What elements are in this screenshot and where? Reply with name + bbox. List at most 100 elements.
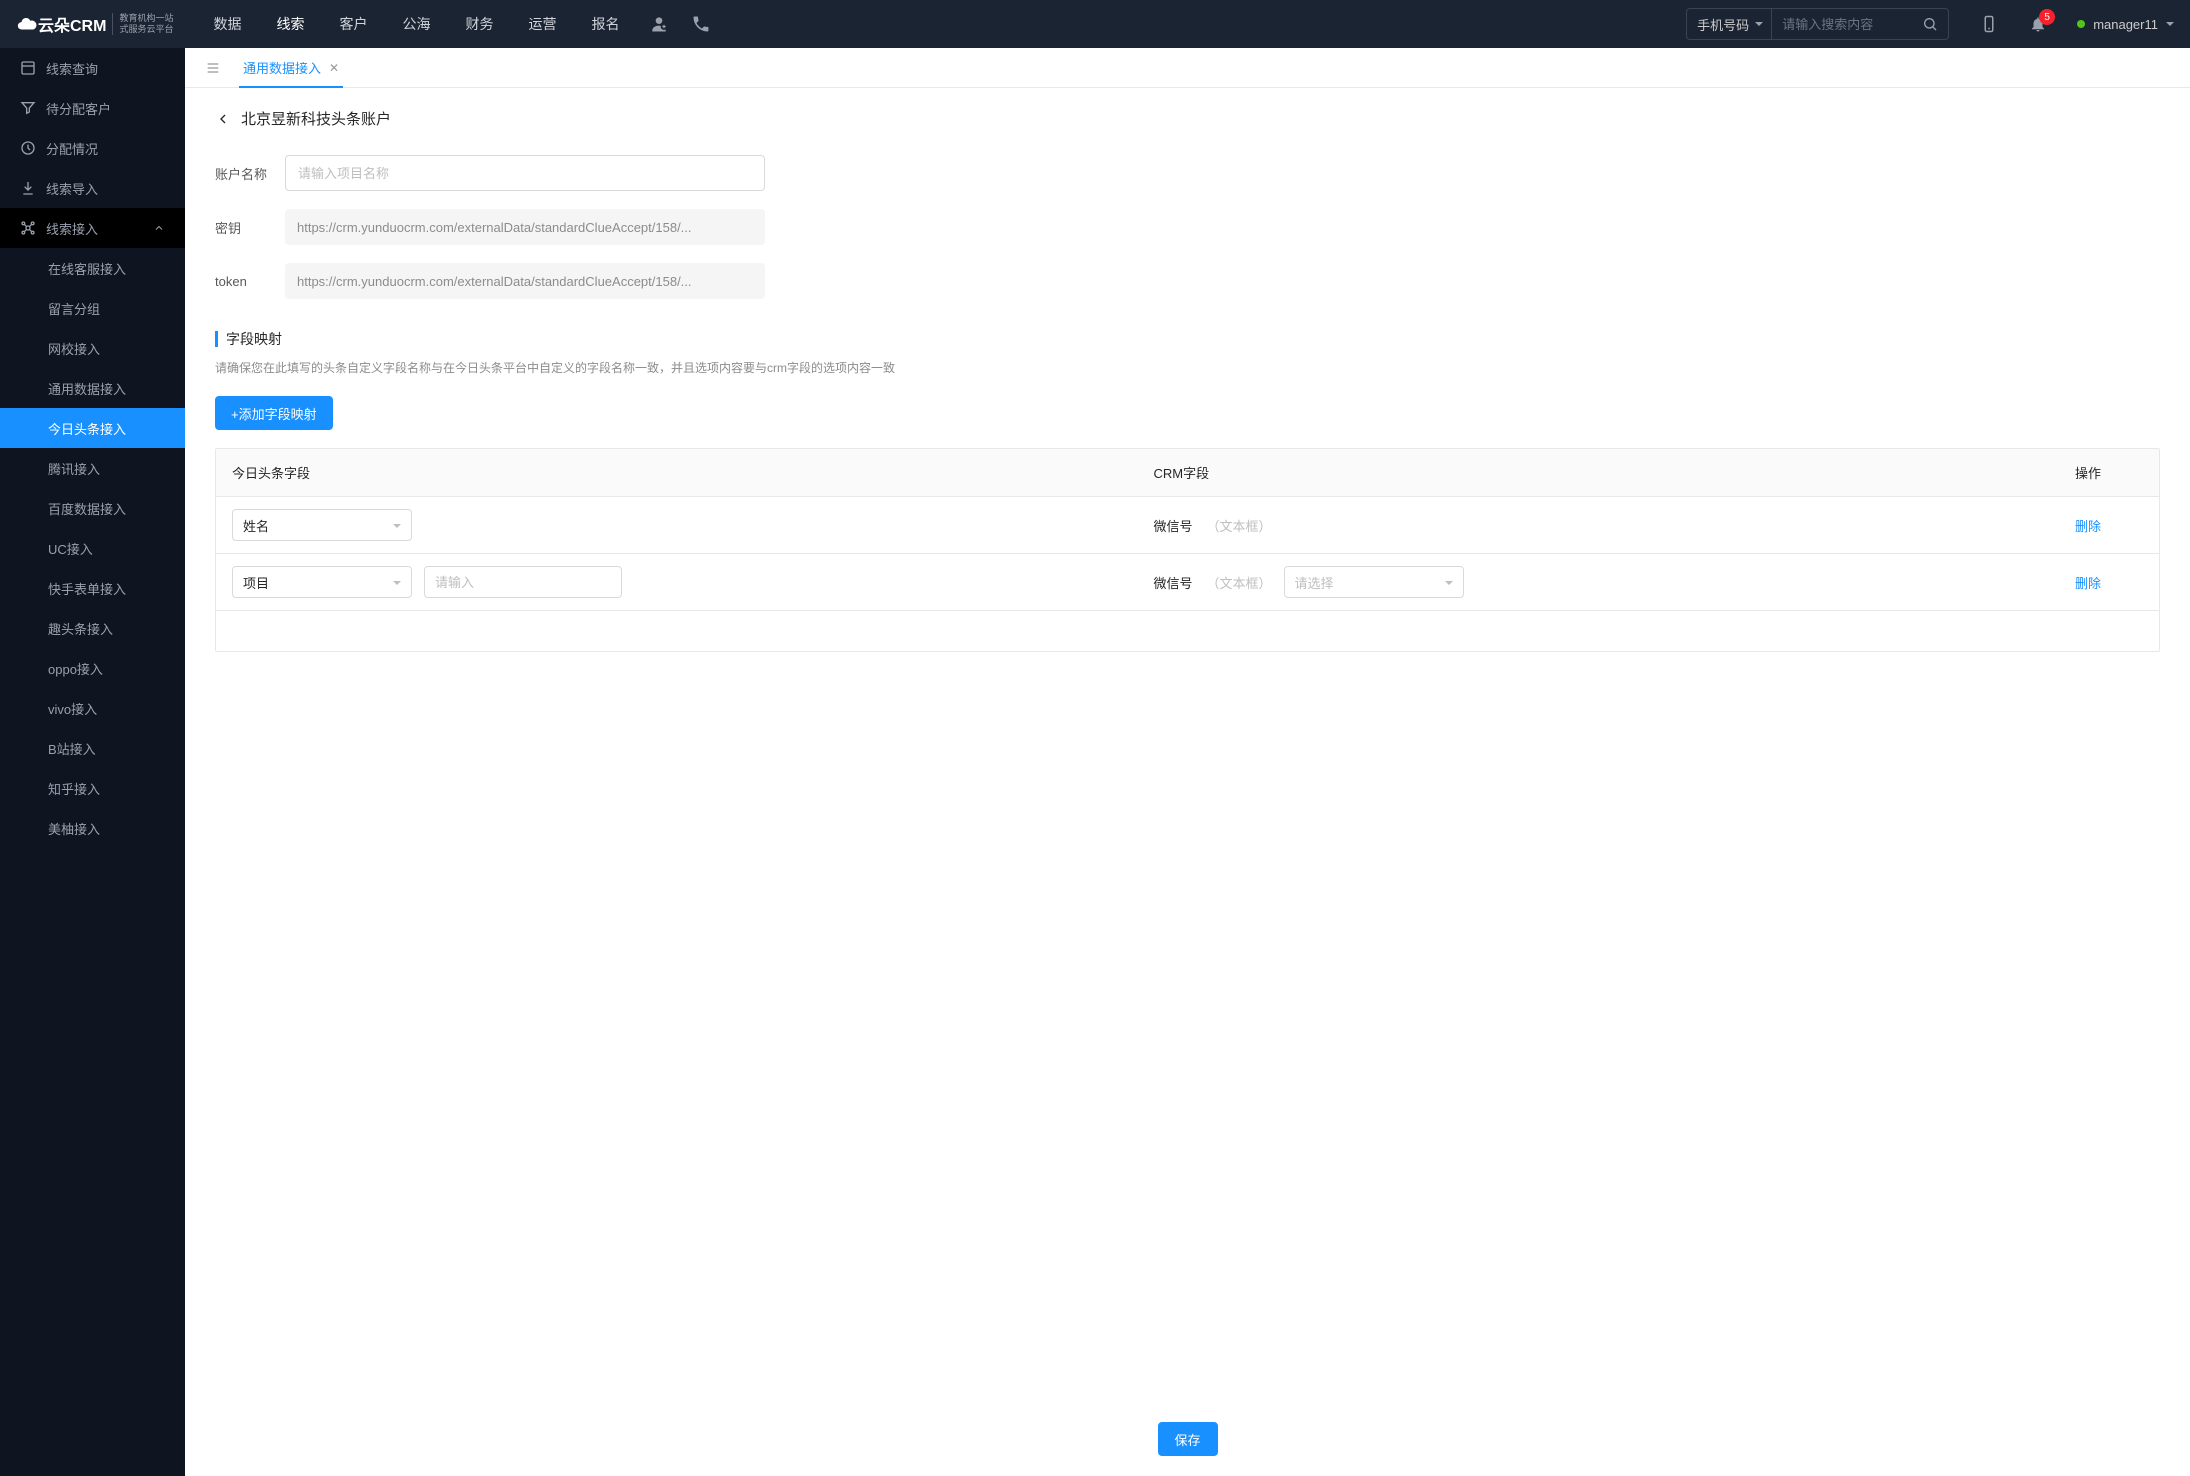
crm-field-label: 微信号: [1154, 516, 1193, 535]
user-add-icon[interactable]: [649, 14, 669, 34]
sidebar-sub-item[interactable]: 百度数据接入: [0, 488, 185, 528]
user-menu[interactable]: manager11: [2077, 17, 2174, 32]
sidebar-sub-item[interactable]: 在线客服接入: [0, 248, 185, 288]
search-button[interactable]: [1912, 16, 1948, 32]
back-icon[interactable]: [215, 111, 231, 127]
table-row: 姓名 微信号 （文本框） 删除: [216, 497, 2159, 554]
sidebar-icon: [20, 220, 36, 236]
chevron-down-icon: [2166, 22, 2174, 30]
section-description: 请确保您在此填写的头条自定义字段名称与在今日头条平台中自定义的字段名称一致，并且…: [215, 359, 2160, 376]
sidebar-sub-item[interactable]: vivo接入: [0, 688, 185, 728]
sidebar-sub-item[interactable]: 今日头条接入: [0, 408, 185, 448]
nav-item[interactable]: 公海: [402, 0, 430, 48]
sidebar-item[interactable]: 线索导入: [0, 168, 185, 208]
field-select[interactable]: 项目: [232, 566, 412, 598]
crm-field-label: 微信号: [1154, 573, 1193, 592]
value-secret: https://crm.yunduocrm.com/externalData/s…: [285, 209, 765, 245]
search-type-select[interactable]: 手机号码: [1687, 9, 1772, 39]
tab-label: 通用数据接入: [243, 58, 321, 77]
sidebar-sub-item[interactable]: 美柚接入: [0, 808, 185, 848]
sidebar-item[interactable]: 线索查询: [0, 48, 185, 88]
tab-general-data[interactable]: 通用数据接入 ✕: [229, 48, 353, 88]
page-header: 北京昱新科技头条账户: [215, 108, 2160, 129]
page-title: 北京昱新科技头条账户: [241, 108, 391, 129]
crm-field-hint: （文本框）: [1207, 516, 1272, 535]
sidebar-icon: [20, 180, 36, 196]
input-account-name[interactable]: [285, 155, 765, 191]
delete-link[interactable]: 删除: [2075, 516, 2101, 535]
add-mapping-button[interactable]: +添加字段映射: [215, 396, 333, 430]
nav-item[interactable]: 客户: [339, 0, 367, 48]
logo-text: 云朵CRM: [16, 12, 106, 36]
top-header: 云朵CRM 教育机构一站式服务云平台 数据线索客户公海财务运营报名 手机号码: [0, 0, 2190, 48]
row-secret: 密钥 https://crm.yunduocrm.com/externalDat…: [215, 209, 2160, 245]
label-account-name: 账户名称: [215, 164, 285, 183]
section-title: 字段映射: [215, 329, 2160, 349]
nav-item[interactable]: 财务: [465, 0, 493, 48]
status-dot-icon: [2077, 20, 2085, 28]
sidebar-sub-item[interactable]: 通用数据接入: [0, 368, 185, 408]
field-select[interactable]: 姓名: [232, 509, 412, 541]
table-header: 今日头条字段 CRM字段 操作: [216, 449, 2159, 497]
sidebar-sub-item[interactable]: 网校接入: [0, 328, 185, 368]
nav-item[interactable]: 报名: [591, 0, 619, 48]
main-area: 通用数据接入 ✕ 北京昱新科技头条账户 账户名称 密钥 https:: [185, 48, 2190, 1476]
main-nav: 数据线索客户公海财务运营报名: [213, 0, 619, 48]
sidebar-sub-item[interactable]: oppo接入: [0, 648, 185, 688]
nav-item[interactable]: 线索: [276, 0, 304, 48]
search-input[interactable]: [1772, 17, 1912, 32]
footer-bar: 保存: [185, 1402, 2190, 1476]
table-row: 项目 微信号 （文本框） 请选择 删除: [216, 554, 2159, 611]
section-bar-icon: [215, 331, 218, 347]
header-icons: [649, 14, 711, 34]
delete-link[interactable]: 删除: [2075, 573, 2101, 592]
label-secret: 密钥: [215, 218, 285, 237]
nav-item[interactable]: 数据: [213, 0, 241, 48]
mapping-table: 今日头条字段 CRM字段 操作 姓名 微信号 （文本框） 删除: [215, 448, 2160, 652]
sidebar-toggle-icon[interactable]: [197, 60, 229, 76]
sidebar-sub-item[interactable]: 腾讯接入: [0, 448, 185, 488]
row-token: token https://crm.yunduocrm.com/external…: [215, 263, 2160, 299]
mobile-icon[interactable]: [1979, 14, 1999, 34]
search-box: 手机号码: [1686, 8, 1949, 40]
sidebar-icon: [20, 100, 36, 116]
tabs-bar: 通用数据接入 ✕: [185, 48, 2190, 88]
sidebar-item[interactable]: 待分配客户: [0, 88, 185, 128]
label-token: token: [215, 274, 285, 289]
save-button[interactable]: 保存: [1158, 1422, 1218, 1456]
sidebar-sub-item[interactable]: UC接入: [0, 528, 185, 568]
tab-close-icon[interactable]: ✕: [329, 61, 339, 75]
value-token: https://crm.yunduocrm.com/externalData/s…: [285, 263, 765, 299]
nav-item[interactable]: 运营: [528, 0, 556, 48]
logo: 云朵CRM 教育机构一站式服务云平台: [16, 12, 173, 36]
sidebar-sub-item[interactable]: 留言分组: [0, 288, 185, 328]
sidebar-sub-item[interactable]: 知乎接入: [0, 768, 185, 808]
field-text-input[interactable]: [424, 566, 622, 598]
th-toutiao-field: 今日头条字段: [216, 449, 1138, 496]
sidebar-icon: [20, 140, 36, 156]
notification-bell[interactable]: 5: [2029, 15, 2047, 33]
sidebar-sub-item[interactable]: 快手表单接入: [0, 568, 185, 608]
sidebar-item[interactable]: 分配情况: [0, 128, 185, 168]
th-operation: 操作: [2059, 449, 2159, 496]
phone-icon[interactable]: [691, 14, 711, 34]
sidebar-sub-item[interactable]: B站接入: [0, 728, 185, 768]
row-account-name: 账户名称: [215, 155, 2160, 191]
cloud-icon: [16, 13, 38, 35]
th-crm-field: CRM字段: [1138, 449, 2060, 496]
section-title-text: 字段映射: [226, 329, 282, 349]
sidebar-item[interactable]: 线索接入: [0, 208, 185, 248]
header-right: 5 manager11: [1979, 14, 2174, 34]
logo-subtitle: 教育机构一站式服务云平台: [112, 13, 173, 35]
crm-select[interactable]: 请选择: [1284, 566, 1464, 598]
chevron-up-icon: [153, 222, 165, 234]
page-content: 北京昱新科技头条账户 账户名称 密钥 https://crm.yunduocrm…: [185, 88, 2190, 1476]
sidebar: 线索查询待分配客户分配情况线索导入线索接入在线客服接入留言分组网校接入通用数据接…: [0, 48, 185, 1476]
username: manager11: [2093, 17, 2158, 32]
sidebar-icon: [20, 60, 36, 76]
search-icon: [1922, 16, 1938, 32]
table-row-empty: [216, 611, 2159, 651]
notification-badge: 5: [2039, 9, 2055, 25]
sidebar-sub-item[interactable]: 趣头条接入: [0, 608, 185, 648]
crm-field-hint: （文本框）: [1207, 573, 1272, 592]
